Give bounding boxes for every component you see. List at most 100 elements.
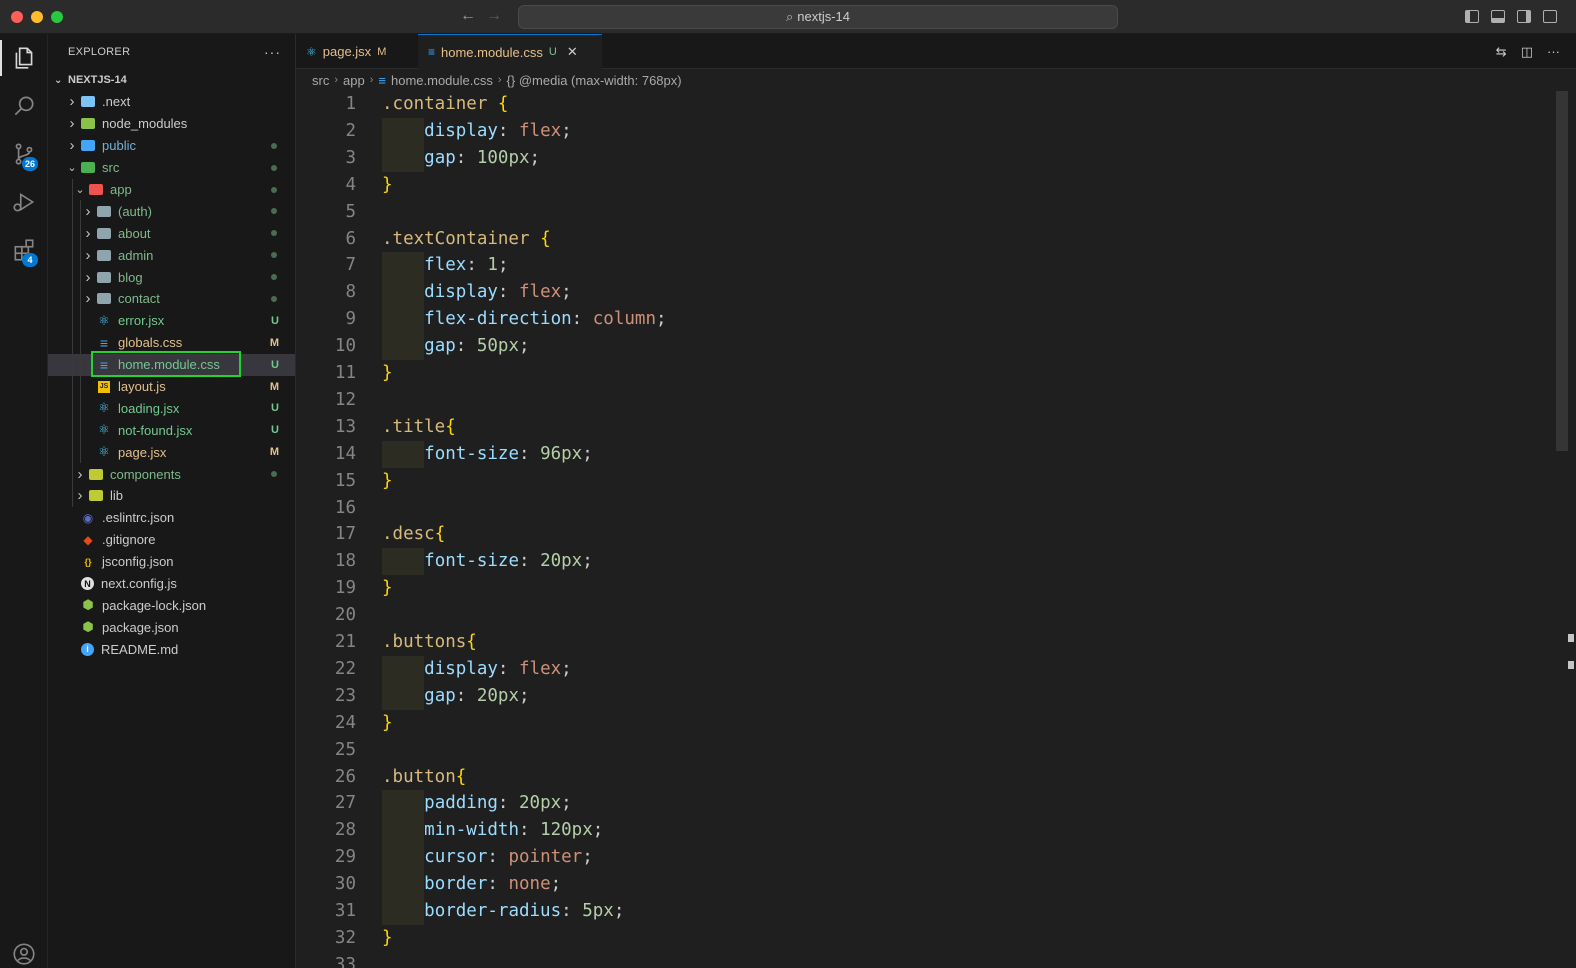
file-item[interactable]: ◆ .gitignore: [48, 529, 295, 551]
code-line[interactable]: 6 .textContainer {: [296, 226, 1556, 253]
code-line[interactable]: 25: [296, 737, 1556, 764]
file-item[interactable]: ⚛ error.jsx U: [48, 309, 295, 332]
code-line[interactable]: 20: [296, 602, 1556, 629]
extensions-icon[interactable]: 4: [0, 226, 48, 274]
back-arrow-icon[interactable]: ←: [459, 7, 477, 25]
folder-item[interactable]: › .next: [48, 91, 295, 113]
file-item[interactable]: ≡ home.module.css U: [48, 353, 295, 376]
run-debug-icon[interactable]: [0, 178, 48, 226]
toggle-primary-sidebar-icon[interactable]: [1465, 10, 1479, 23]
code-line[interactable]: 18 font-size: 20px;: [296, 548, 1556, 576]
file-item[interactable]: {} jsconfig.json: [48, 551, 295, 573]
file-item[interactable]: ⚛ loading.jsx U: [48, 397, 295, 420]
code-line[interactable]: 19}: [296, 575, 1556, 602]
code-line[interactable]: 29 cursor: pointer;: [296, 844, 1556, 872]
search-view-icon[interactable]: [0, 82, 48, 130]
line-number: 26: [334, 766, 356, 787]
folder-item[interactable]: › about: [48, 222, 295, 245]
accounts-icon[interactable]: [0, 930, 48, 968]
code-line[interactable]: 15}: [296, 468, 1556, 495]
code-line[interactable]: 31 border-radius: 5px;: [296, 898, 1556, 925]
tree-item-label: .gitignore: [102, 532, 156, 548]
code-line[interactable]: 17 .desc{: [296, 521, 1556, 548]
code-line[interactable]: 11}: [296, 360, 1556, 387]
folder-item[interactable]: ⌄ app: [48, 178, 295, 201]
chevron-down-icon: ⌄: [54, 74, 63, 86]
indent-guide: [80, 353, 81, 376]
file-item[interactable]: ⬢ package.json: [48, 616, 295, 638]
close-icon[interactable]: ✕: [567, 44, 578, 60]
code-line[interactable]: 33: [296, 952, 1556, 968]
code-editor[interactable]: 1 .container {2 display: flex; 3 gap: 100p…: [296, 91, 1576, 968]
file-item[interactable]: Nnext.config.js: [48, 573, 295, 595]
toggle-panel-icon[interactable]: [1491, 10, 1505, 23]
tab-home-module-css[interactable]: ≡ home.module.css U ✕: [418, 34, 602, 69]
folder-item[interactable]: › blog: [48, 266, 295, 289]
code-line[interactable]: 1 .container {: [296, 91, 1556, 118]
code-line[interactable]: 9 flex-direction: column;: [296, 306, 1556, 334]
split-editor-icon[interactable]: ◫: [1521, 44, 1533, 60]
file-item[interactable]: ⚛ page.jsx M: [48, 441, 295, 464]
folder-item[interactable]: › contact: [48, 288, 295, 310]
code-line[interactable]: 2 display: flex;: [296, 117, 1556, 145]
tab-page-jsx[interactable]: ⚛ page.jsx M: [296, 34, 418, 69]
git-icon: ◆: [83, 532, 93, 547]
code-line[interactable]: 3 gap: 100px;: [296, 144, 1556, 172]
vertical-scrollbar[interactable]: [1556, 91, 1568, 451]
toggle-secondary-sidebar-icon[interactable]: [1517, 10, 1531, 23]
customize-layout-icon[interactable]: [1543, 10, 1557, 23]
folder-item[interactable]: › public: [48, 135, 295, 157]
file-item[interactable]: ⬢ package-lock.json: [48, 594, 295, 616]
code-text: gap: 50px;: [424, 336, 530, 357]
code-line[interactable]: 27 padding: 20px;: [296, 790, 1556, 818]
command-center-search[interactable]: ⌕ nextjs-14: [518, 5, 1118, 29]
file-item[interactable]: ◉ .eslintrc.json: [48, 507, 295, 529]
code-line[interactable]: 21 .buttons{: [296, 629, 1556, 656]
folder-item[interactable]: › admin: [48, 244, 295, 267]
source-control-icon[interactable]: 26: [0, 130, 48, 178]
folder-item[interactable]: › components: [48, 463, 295, 486]
code-line[interactable]: 5: [296, 199, 1556, 226]
code-line[interactable]: 22 display: flex;: [296, 655, 1556, 683]
file-item[interactable]: ⚛ not-found.jsx U: [48, 419, 295, 442]
more-actions-icon[interactable]: ···: [1547, 44, 1560, 60]
indent-guide: [72, 200, 73, 223]
folder-item[interactable]: › node_modules: [48, 113, 295, 135]
code-line[interactable]: 13 .title{: [296, 414, 1556, 441]
folder-item[interactable]: › (auth): [48, 200, 295, 223]
code-line[interactable]: 4}: [296, 172, 1556, 199]
open-changes-icon[interactable]: ⇆: [1496, 44, 1507, 60]
code-line[interactable]: 28 min-width: 120px;: [296, 817, 1556, 845]
folder-item[interactable]: ⌄ src: [48, 157, 295, 179]
code-line[interactable]: 32}: [296, 925, 1556, 952]
file-item[interactable]: i README.md: [48, 638, 295, 660]
code-line[interactable]: 10 gap: 50px;: [296, 333, 1556, 361]
folder-item[interactable]: › lib: [48, 485, 295, 507]
maximize-window-button[interactable]: [51, 11, 63, 23]
close-window-button[interactable]: [11, 11, 23, 23]
file-item[interactable]: ≡ globals.css M: [48, 331, 295, 354]
code-line[interactable]: 30 border: none;: [296, 871, 1556, 899]
code-line[interactable]: 12: [296, 387, 1556, 414]
more-actions-icon[interactable]: ···: [264, 44, 281, 60]
code-line[interactable]: 8 display: flex;: [296, 279, 1556, 307]
line-number: 11: [334, 363, 356, 383]
code-line[interactable]: 16: [296, 495, 1556, 522]
chevron-right-icon: ›: [85, 224, 91, 242]
minimize-window-button[interactable]: [31, 11, 43, 23]
code-line[interactable]: 23 gap: 20px;: [296, 682, 1556, 710]
explorer-icon[interactable]: [0, 34, 48, 82]
breadcrumb-item[interactable]: src: [312, 73, 329, 88]
breadcrumb-item[interactable]: app: [343, 73, 365, 88]
forward-arrow-icon[interactable]: →: [485, 7, 503, 25]
breadcrumb-item[interactable]: {} @media (max-width: 768px): [507, 73, 682, 88]
workspace-root[interactable]: ⌄ NEXTJS-14: [48, 69, 295, 91]
line-number: 24: [334, 712, 356, 733]
file-item[interactable]: JS layout.js M: [48, 375, 295, 398]
code-line[interactable]: 26 .button{: [296, 764, 1556, 791]
code-line[interactable]: 7 flex: 1;: [296, 252, 1556, 280]
code-line[interactable]: 14 font-size: 96px;: [296, 440, 1556, 468]
breadcrumb-item[interactable]: home.module.css: [391, 73, 493, 88]
indent-guide: [72, 331, 73, 354]
code-line[interactable]: 24}: [296, 710, 1556, 737]
